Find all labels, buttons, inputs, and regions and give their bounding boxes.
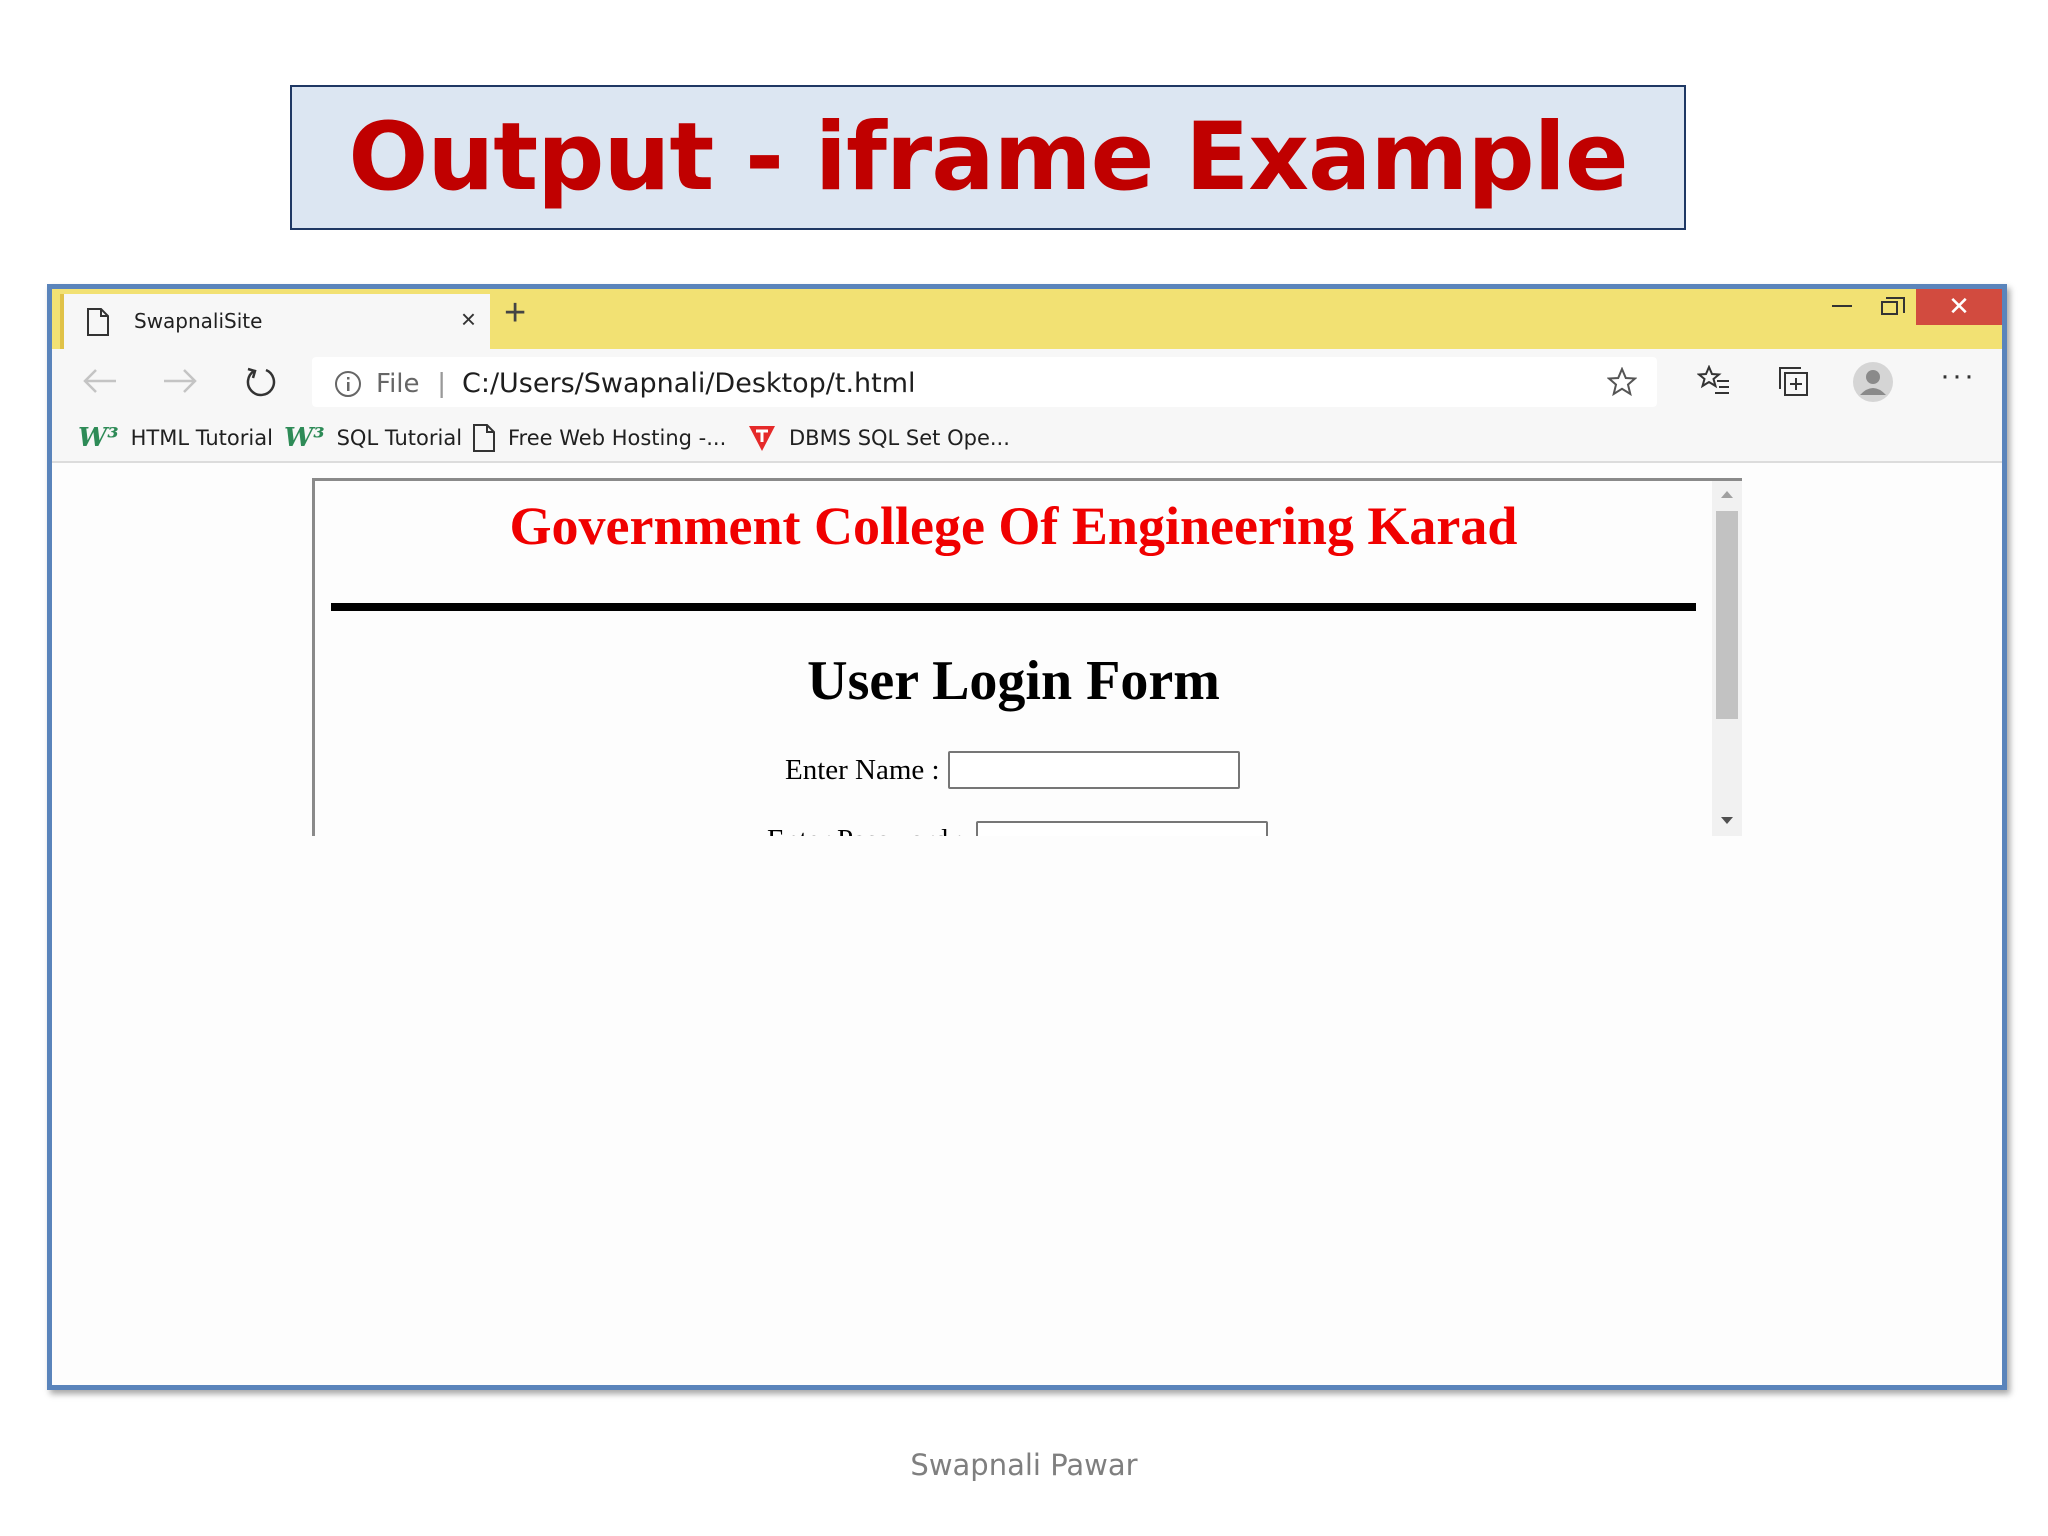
collections-icon[interactable] — [1777, 365, 1809, 402]
bookmark-sql-tutorial[interactable]: W³ SQL Tutorial — [284, 423, 462, 453]
name-row: Enter Name : — [785, 751, 1240, 789]
name-input[interactable] — [947, 751, 1240, 789]
address-bar[interactable]: File | C:/Users/Swapnali/Desktop/t.html — [312, 357, 1657, 407]
window-close-button[interactable]: ✕ — [1916, 289, 2002, 325]
address-url[interactable]: C:/Users/Swapnali/Desktop/t.html — [462, 368, 916, 399]
name-label: Enter Name : — [785, 753, 940, 786]
slide-title-box: Output - iframe Example — [290, 85, 1686, 230]
address-separator: | — [438, 367, 446, 398]
bookmark-label: HTML Tutorial — [130, 426, 273, 450]
scroll-up-arrow-icon[interactable] — [1721, 491, 1733, 498]
form-title: User Login Form — [807, 650, 1220, 712]
back-arrow-icon[interactable] — [82, 367, 118, 400]
info-icon[interactable] — [334, 370, 362, 403]
scroll-down-arrow-icon[interactable] — [1721, 817, 1733, 824]
profile-avatar-icon[interactable] — [1852, 361, 1894, 408]
bookmark-label: DBMS SQL Set Ope... — [789, 426, 1010, 450]
restore-button[interactable] — [1881, 297, 1905, 315]
slide-title: Output - iframe Example — [348, 103, 1628, 212]
password-row: Enter Password : — [767, 821, 1268, 836]
bookmark-label: SQL Tutorial — [336, 426, 463, 450]
minimize-button[interactable] — [1832, 305, 1852, 307]
college-heading: Government College Of Engineering Karad — [509, 496, 1518, 556]
forward-arrow-icon[interactable] — [162, 367, 198, 400]
w3schools-icon: W³ — [284, 423, 325, 453]
bookmark-free-web-hosting[interactable]: Free Web Hosting -... — [472, 423, 726, 453]
page-icon — [472, 423, 496, 453]
bookmark-label: Free Web Hosting -... — [508, 426, 727, 450]
password-input[interactable] — [975, 821, 1268, 836]
browser-window: SwapnaliSite × + ✕ File | C:/Users/Swapn… — [47, 284, 2007, 1390]
tab-swapnalisite[interactable]: SwapnaliSite × — [60, 294, 490, 349]
iframe-scrollbar[interactable] — [1712, 481, 1742, 836]
more-menu-icon[interactable]: ··· — [1940, 359, 1976, 393]
tab-title: SwapnaliSite — [134, 309, 263, 333]
close-icon[interactable]: × — [461, 304, 476, 335]
page-icon — [86, 307, 110, 342]
navigation-bar: File | C:/Users/Swapnali/Desktop/t.html … — [52, 349, 2002, 413]
scheme-label: File — [376, 369, 420, 399]
page-content: Government College Of Engineering Karad … — [52, 463, 2002, 1385]
bookmark-dbms-sql-set[interactable]: DBMS SQL Set Ope... — [747, 423, 1010, 453]
scroll-thumb[interactable] — [1716, 511, 1738, 719]
new-tab-button[interactable]: + — [504, 292, 526, 335]
refresh-icon[interactable] — [244, 365, 278, 404]
bookmarks-bar: W³ HTML Tutorial W³ SQL Tutorial Free We… — [52, 413, 2002, 463]
w3schools-icon: W³ — [78, 423, 119, 453]
horizontal-rule — [331, 603, 1696, 611]
slide-footer: Swapnali Pawar — [910, 1448, 1138, 1482]
iframe[interactable]: Government College Of Engineering Karad … — [312, 478, 1742, 836]
tutorialspoint-icon — [747, 423, 777, 453]
tab-bar: SwapnaliSite × + ✕ — [52, 289, 2002, 349]
bookmark-html-tutorial[interactable]: W³ HTML Tutorial — [78, 423, 273, 453]
favorites-list-icon[interactable] — [1696, 364, 1731, 402]
favorite-star-icon[interactable] — [1606, 366, 1638, 402]
password-label: Enter Password : — [767, 824, 964, 837]
